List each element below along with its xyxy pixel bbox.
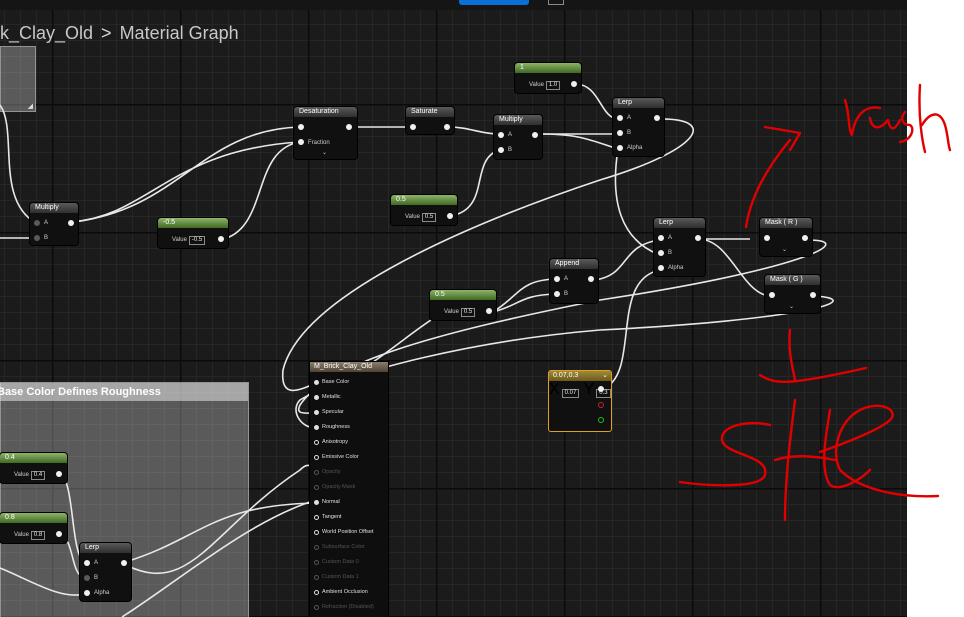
annotation-arrow-down [758,328,868,383]
annotation-rough-scribble [843,83,952,154]
annotation-arrow-up [744,138,792,229]
annotation-arrow-head [763,125,802,152]
annotation-size-scribble [678,398,940,522]
handwritten-annotation-layer [678,83,952,522]
